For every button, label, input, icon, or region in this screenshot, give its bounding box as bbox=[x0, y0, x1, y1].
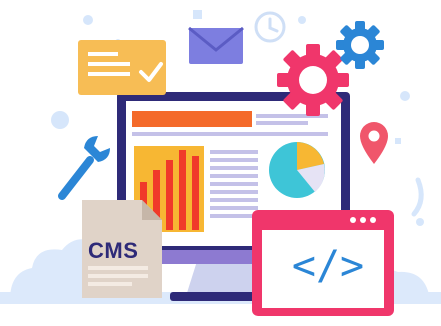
checklist-card bbox=[78, 40, 166, 95]
code-icon: </> bbox=[291, 243, 365, 289]
wrench-icon bbox=[58, 136, 110, 200]
cms-label: CMS bbox=[88, 238, 139, 263]
map-pin-icon bbox=[360, 122, 388, 164]
gear-small-icon bbox=[336, 21, 384, 69]
cms-illustration: CMS </> bbox=[0, 0, 441, 326]
screen-header-bar bbox=[132, 111, 252, 127]
screen-text-lines bbox=[210, 150, 258, 218]
illustration-canvas bbox=[0, 10, 441, 316]
envelope-icon bbox=[188, 26, 244, 64]
pie-chart-icon bbox=[269, 142, 325, 198]
clock-icon bbox=[254, 11, 286, 43]
gear-icon bbox=[277, 44, 349, 116]
